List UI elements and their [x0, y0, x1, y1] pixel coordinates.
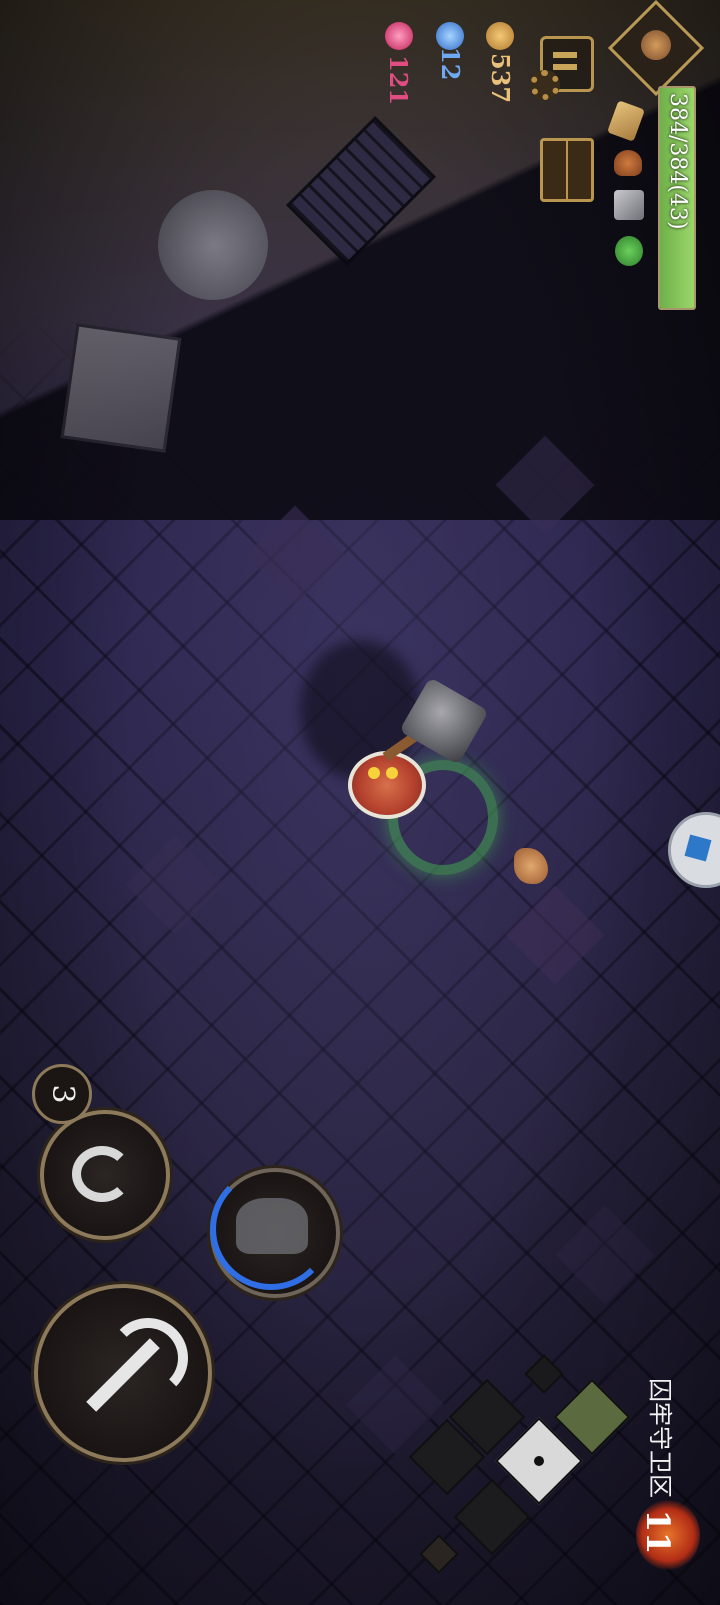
blue-gem-icon	[436, 22, 464, 50]
blue-gem-count: 12	[436, 47, 465, 81]
mushroom-buff-icon[interactable]	[614, 150, 642, 176]
minimap-room	[524, 1354, 564, 1394]
cube-icon	[684, 834, 712, 862]
skill-charge-badge: 3	[32, 1064, 92, 1124]
slash-arc-icon	[108, 1318, 188, 1398]
coin-count: 537	[486, 53, 515, 104]
codex-book-button[interactable]	[540, 138, 594, 202]
skill-charge-count: 3	[45, 1084, 80, 1104]
dodge-skill-button[interactable]	[40, 1110, 170, 1240]
red-gem-count: 121	[384, 55, 413, 106]
mask-icon	[641, 30, 671, 61]
plant-buff-icon[interactable]	[615, 236, 643, 266]
coin-icon	[486, 22, 514, 50]
swirl-icon	[72, 1146, 132, 1202]
hp-text: 384/384(43)	[665, 93, 690, 230]
special-skill-button[interactable]	[210, 1168, 340, 1298]
minimap[interactable]	[408, 1340, 631, 1590]
minimap-room	[419, 1534, 459, 1574]
attack-button[interactable]	[34, 1284, 212, 1462]
minimap-room	[453, 1478, 531, 1556]
hp-bar: 384/384(43)	[658, 86, 696, 310]
treasure-buff-icon[interactable]	[614, 190, 644, 220]
cooldown-ring	[210, 1168, 332, 1290]
pause-icon	[553, 52, 577, 70]
area-name: 囚牢守卫区	[646, 1378, 674, 1498]
gear-icon[interactable]	[530, 70, 560, 100]
level-number: 11	[639, 1509, 677, 1555]
player-marker	[531, 1453, 547, 1469]
red-gem-icon	[385, 22, 413, 50]
